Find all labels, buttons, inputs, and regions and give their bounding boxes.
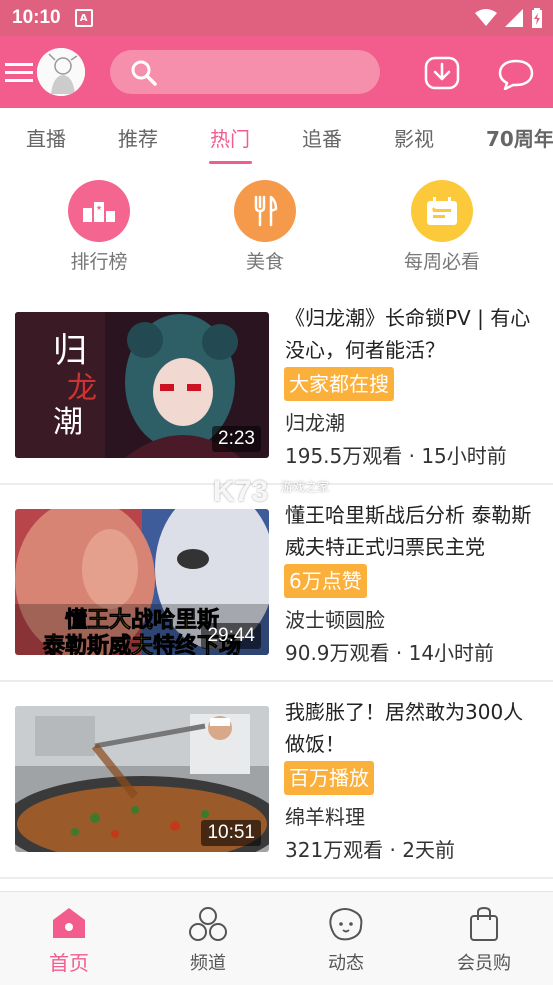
tab-hot[interactable]: 热门 [210, 123, 250, 152]
ranking-icon: ★ [68, 180, 130, 242]
video-title[interactable]: 我膨胀了！居然敢为300人做饭！ [285, 696, 543, 760]
nav-label: 频道 [190, 953, 226, 974]
thumbnail-text: 懂王大战哈里斯 [65, 607, 219, 633]
quick-entry-label: 美食 [245, 251, 284, 273]
category-tabs: 直播 推荐 热门 追番 影视 70周年 [0, 108, 553, 166]
moments-icon [329, 908, 363, 941]
svg-text:潮: 潮 [53, 405, 83, 440]
active-tab-indicator [209, 161, 252, 164]
tab-70th[interactable]: 70周年 [486, 123, 553, 152]
divider [0, 877, 553, 879]
video-tag-badge: 百万播放 [284, 761, 374, 795]
battery-icon [532, 8, 542, 28]
search-input[interactable] [110, 50, 380, 94]
search-icon [131, 60, 157, 86]
video-duration: 10:51 [201, 820, 261, 846]
tab-anime[interactable]: 追番 [302, 123, 342, 152]
video-thumbnail[interactable]: 10:51 [15, 706, 269, 852]
signal-icon [505, 9, 523, 27]
video-title[interactable]: 《归龙潮》长命锁PV | 有心没心，何者能活？ [285, 302, 543, 366]
avatar[interactable] [37, 48, 85, 96]
tab-live[interactable]: 直播 [26, 123, 66, 152]
nav-vip-shop[interactable]: 会员购 [434, 906, 534, 975]
bottom-navigation: 首页 频道 动态 会员购 [0, 891, 553, 985]
quick-entry-label: 每周必看 [403, 251, 480, 273]
menu-icon[interactable] [5, 62, 33, 84]
video-duration: 2:23 [212, 426, 261, 452]
video-author[interactable]: 波士顿圆脸 [285, 604, 385, 633]
watermark-logo: K73 [213, 475, 269, 508]
divider [0, 483, 553, 485]
video-tag-badge: 6万点赞 [284, 564, 367, 598]
video-stats: 195.5万观看 · 15小时前 [285, 444, 507, 468]
divider [0, 680, 553, 682]
quick-entry-food[interactable]: 美食 [205, 180, 325, 274]
video-stats: 90.9万观看 · 14小时前 [285, 641, 495, 665]
home-icon [53, 908, 85, 938]
svg-text:龙: 龙 [67, 371, 97, 406]
shopping-bag-icon [470, 906, 498, 941]
video-card[interactable]: 10:51 我膨胀了！居然敢为300人做饭！ 百万播放 绵羊料理 321万观看 … [0, 690, 553, 887]
nav-home[interactable]: 首页 [19, 906, 119, 976]
svg-text:★: ★ [96, 204, 102, 212]
watermark-subtitle: 游戏之家 [281, 480, 330, 494]
status-bar: 10:10 A [0, 0, 553, 36]
notification-a-icon: A [74, 9, 93, 27]
thumbnail-text: 归 [53, 331, 87, 371]
svg-text:★: ★ [431, 206, 436, 213]
nav-channels[interactable]: 频道 [158, 906, 258, 975]
video-thumbnail[interactable]: 归 龙 潮 2:23 [15, 312, 269, 458]
wifi-icon [475, 9, 497, 26]
quick-entry-label: 排行榜 [70, 251, 128, 273]
channels-icon [189, 907, 227, 941]
video-title[interactable]: 懂王哈里斯战后分析 泰勒斯威夫特正式归票民主党 [285, 499, 543, 563]
video-stats: 321万观看 · 2天前 [285, 838, 455, 862]
video-tag-badge: 大家都在搜 [284, 367, 394, 401]
download-icon[interactable] [424, 56, 460, 90]
nav-label: 首页 [49, 951, 89, 975]
fork-knife-icon [234, 180, 296, 242]
app-header [0, 36, 553, 108]
avatar-image [37, 48, 85, 96]
video-author[interactable]: 绵羊料理 [285, 801, 365, 830]
video-card[interactable]: 懂王大战哈里斯 泰勒斯威夫特终下场 29:44 懂王哈里斯战后分析 泰勒斯威夫特… [0, 493, 553, 690]
video-author[interactable]: 归龙潮 [285, 407, 345, 436]
nav-label: 动态 [328, 953, 364, 974]
status-time: 10:10 [12, 7, 61, 28]
video-duration: 29:44 [201, 623, 261, 649]
video-thumbnail[interactable]: 懂王大战哈里斯 泰勒斯威夫特终下场 29:44 [15, 509, 269, 655]
nav-moments[interactable]: 动态 [296, 906, 396, 975]
video-card[interactable]: 归 龙 潮 2:23 《归龙潮》长命锁PV | 有心没心，何者能活？ 大家都在搜… [0, 296, 553, 493]
tab-recommend[interactable]: 推荐 [118, 123, 158, 152]
message-icon[interactable] [498, 58, 534, 90]
status-icons [475, 8, 543, 28]
nav-label: 会员购 [457, 953, 511, 974]
quick-entry-weekly[interactable]: ★ 每周必看 [382, 180, 502, 274]
tab-movies[interactable]: 影视 [394, 123, 434, 152]
calendar-icon: ★ [411, 180, 473, 242]
quick-entry-ranking[interactable]: ★ 排行榜 [39, 180, 159, 274]
